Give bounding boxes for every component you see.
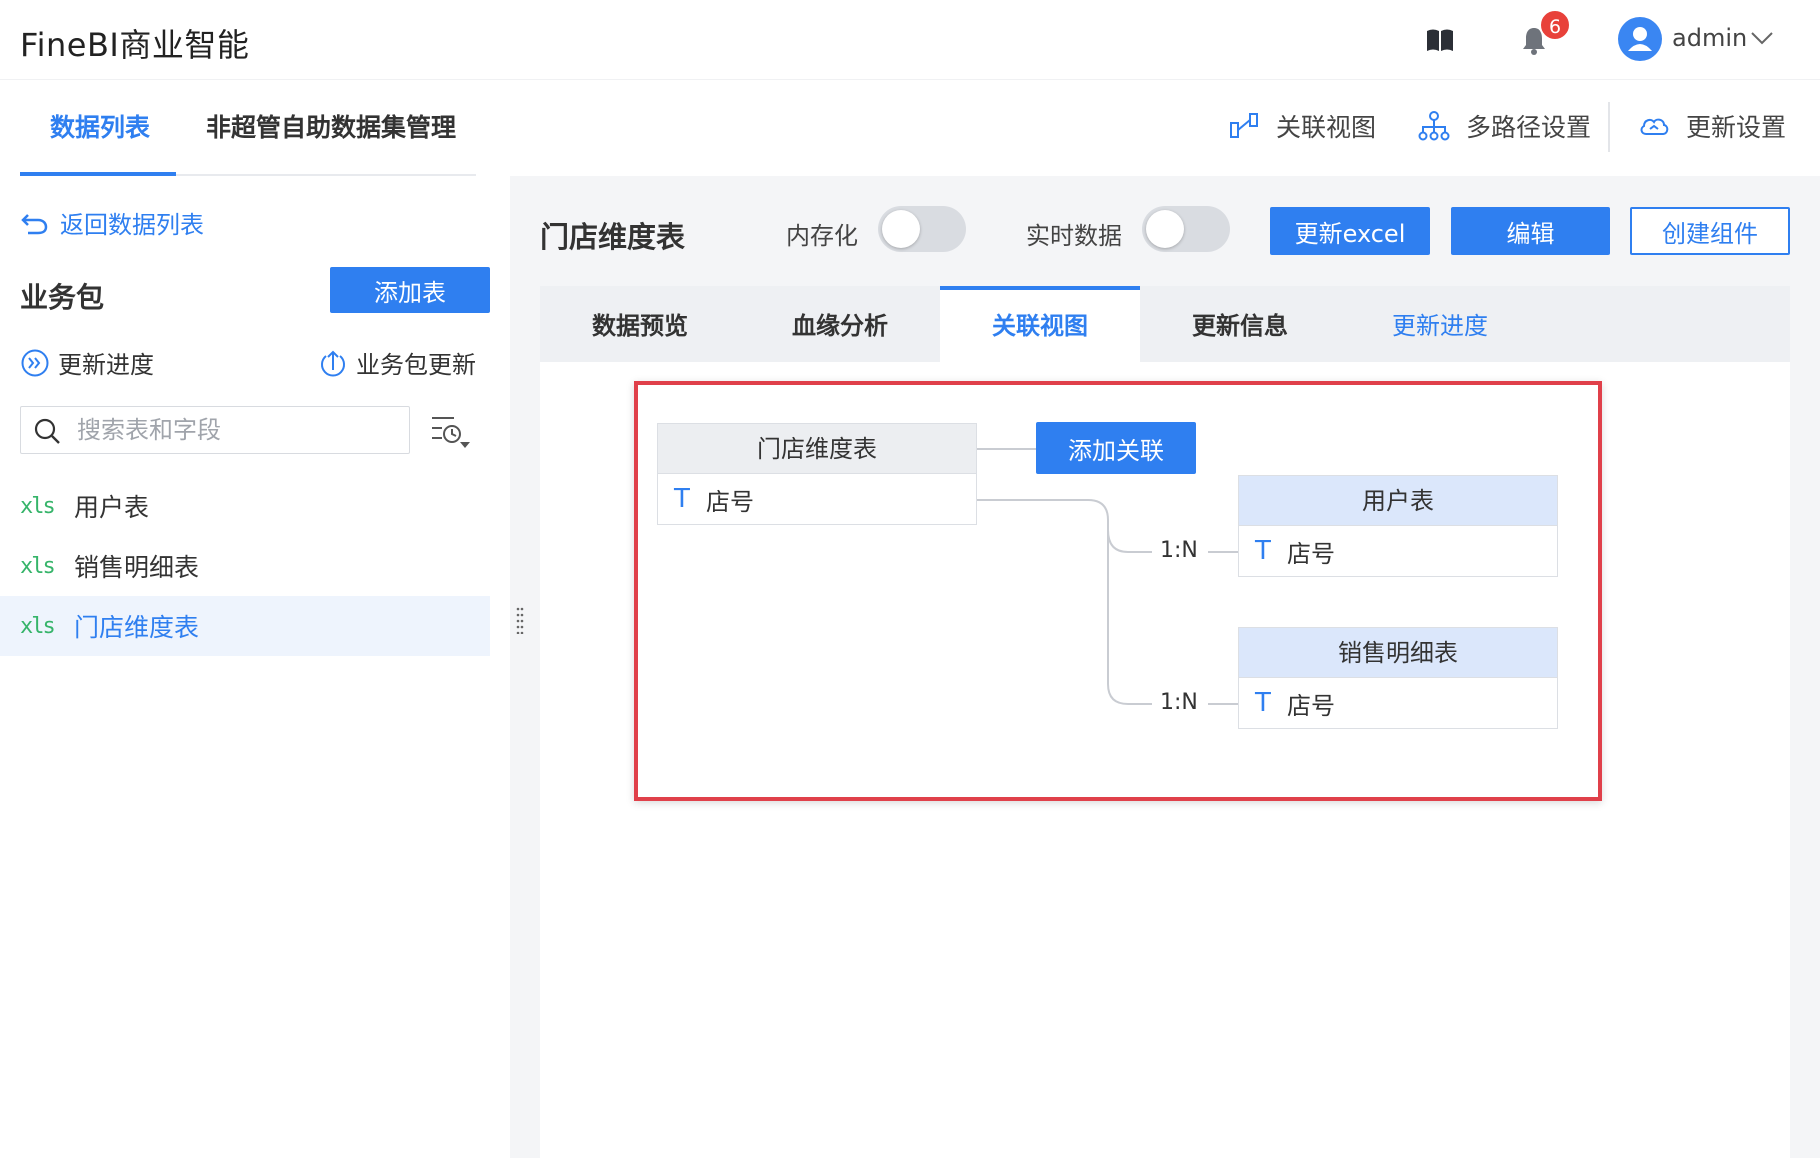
relation-view-button[interactable]: 关联视图 bbox=[1228, 108, 1376, 144]
memory-label: 内存化 bbox=[786, 222, 858, 250]
user-icon bbox=[1628, 27, 1652, 51]
source-table-name: 门店维度表 bbox=[658, 424, 976, 474]
notification-badge: 6 bbox=[1539, 9, 1571, 41]
search-box bbox=[20, 406, 410, 454]
field-name: 店号 bbox=[1287, 539, 1335, 568]
top-bar: FineBI商业智能 6 admin bbox=[0, 0, 1820, 80]
toolbar-separator bbox=[1608, 102, 1610, 152]
hierarchy-icon bbox=[1418, 111, 1450, 141]
user-name[interactable]: admin bbox=[1672, 24, 1747, 52]
progress-circle-icon bbox=[21, 349, 49, 376]
subtab-relation-view[interactable]: 关联视图 bbox=[940, 286, 1140, 362]
table-item-store-dimension[interactable]: xls 门店维度表 bbox=[0, 596, 490, 656]
relation-view-label: 关联视图 bbox=[1276, 113, 1377, 142]
realtime-toggle[interactable] bbox=[1142, 206, 1230, 252]
section-title: 业务包 bbox=[20, 281, 105, 314]
page-title: 门店维度表 bbox=[540, 220, 686, 254]
memory-toggle[interactable] bbox=[878, 206, 966, 252]
relation-view-icon bbox=[1230, 113, 1258, 138]
table-item-sales-detail[interactable]: xls 销售明细表 bbox=[0, 536, 490, 596]
filter-history-icon[interactable] bbox=[430, 412, 472, 452]
avatar[interactable] bbox=[1618, 17, 1662, 61]
table-item-label: 销售明细表 bbox=[74, 553, 200, 582]
update-progress-label: 更新进度 bbox=[58, 351, 154, 379]
update-settings-button[interactable]: 更新设置 bbox=[1638, 108, 1786, 144]
table-item-label: 门店维度表 bbox=[74, 613, 200, 642]
source-field-row: T 店号 bbox=[658, 474, 976, 524]
target-table-name: 用户表 bbox=[1239, 476, 1557, 526]
update-progress-button[interactable]: 更新进度 bbox=[20, 345, 154, 380]
table-item-label: 用户表 bbox=[74, 493, 150, 522]
xls-icon: xls bbox=[20, 553, 56, 579]
cardinality-label[interactable]: 1:N bbox=[1160, 538, 1198, 563]
target-table-name: 销售明细表 bbox=[1239, 628, 1557, 678]
edit-button[interactable]: 编辑 bbox=[1451, 207, 1610, 255]
subtab-bar: 数据预览 血缘分析 关联视图 更新信息 更新进度 bbox=[540, 286, 1790, 362]
add-relation-button[interactable]: 添加关联 bbox=[1036, 422, 1196, 474]
multipath-settings-button[interactable]: 多路径设置 bbox=[1418, 108, 1591, 144]
create-component-button[interactable]: 创建组件 bbox=[1630, 207, 1790, 255]
subtab-data-preview[interactable]: 数据预览 bbox=[540, 286, 740, 362]
subtab-update-progress[interactable]: 更新进度 bbox=[1340, 286, 1540, 362]
subtab-lineage[interactable]: 血缘分析 bbox=[740, 286, 940, 362]
book-icon[interactable] bbox=[1424, 24, 1456, 56]
subtab-update-info[interactable]: 更新信息 bbox=[1140, 286, 1340, 362]
table-item-users[interactable]: xls 用户表 bbox=[0, 476, 490, 536]
resize-handle-icon[interactable] bbox=[516, 606, 524, 634]
text-type-icon: T bbox=[1255, 688, 1271, 718]
source-table-card[interactable]: 门店维度表 T 店号 bbox=[657, 423, 977, 525]
back-arrow-icon bbox=[21, 213, 48, 234]
back-to-list-label: 返回数据列表 bbox=[60, 211, 204, 239]
add-table-button[interactable]: 添加表 bbox=[330, 267, 490, 313]
target-table-card-users[interactable]: 用户表 T 店号 bbox=[1238, 475, 1558, 577]
text-type-icon: T bbox=[674, 484, 690, 514]
target-field-row: T 店号 bbox=[1239, 678, 1557, 728]
target-field-row: T 店号 bbox=[1239, 526, 1557, 576]
update-excel-button[interactable]: 更新excel bbox=[1270, 207, 1430, 255]
search-icon bbox=[34, 418, 60, 444]
package-update-label: 业务包更新 bbox=[356, 351, 476, 379]
back-to-list-link[interactable]: 返回数据列表 bbox=[20, 205, 204, 240]
tab-self-service-dataset[interactable]: 非超管自助数据集管理 bbox=[206, 108, 456, 144]
text-type-icon: T bbox=[1255, 536, 1271, 566]
cardinality-label[interactable]: 1:N bbox=[1160, 690, 1198, 715]
upload-circle-icon bbox=[321, 350, 345, 376]
multipath-settings-label: 多路径设置 bbox=[1466, 113, 1592, 142]
tab-data-list[interactable]: 数据列表 bbox=[50, 108, 150, 144]
field-name: 店号 bbox=[1287, 691, 1335, 720]
update-settings-label: 更新设置 bbox=[1686, 113, 1787, 142]
cloud-sync-icon bbox=[1640, 118, 1669, 135]
tab-active-indicator bbox=[20, 172, 176, 176]
target-table-card-sales-detail[interactable]: 销售明细表 T 店号 bbox=[1238, 627, 1558, 729]
chevron-down-icon[interactable] bbox=[1750, 30, 1774, 46]
package-update-button[interactable]: 业务包更新 bbox=[318, 345, 476, 380]
search-input[interactable] bbox=[77, 411, 397, 449]
realtime-label: 实时数据 bbox=[1026, 222, 1122, 250]
xls-icon: xls bbox=[20, 613, 56, 639]
field-name: 店号 bbox=[706, 487, 754, 516]
app-title: FineBI商业智能 bbox=[20, 26, 250, 64]
xls-icon: xls bbox=[20, 493, 56, 519]
